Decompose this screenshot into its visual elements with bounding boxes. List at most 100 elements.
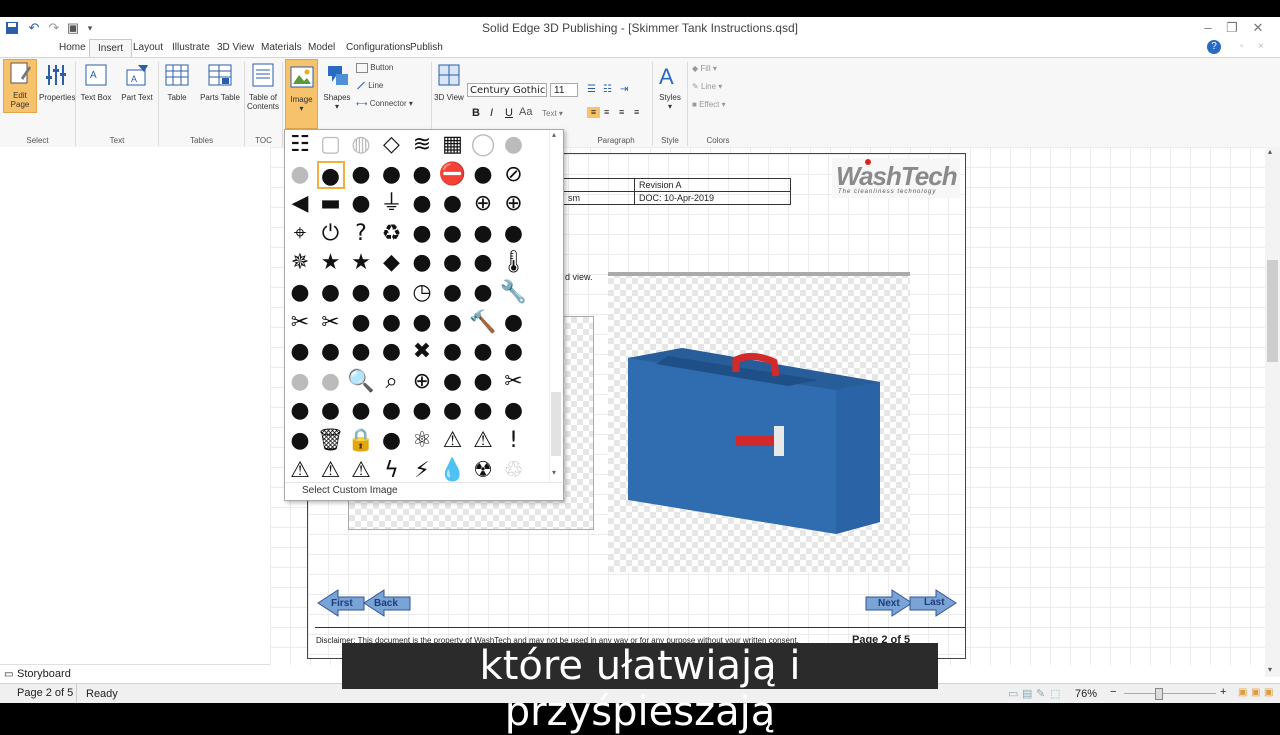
text-case-icon[interactable]: Aa (519, 106, 532, 118)
revision-table[interactable]: Revision A sm DOC: 10-Apr-2019 (563, 178, 791, 205)
zoom-slider[interactable] (1124, 693, 1216, 694)
effect-dropdown[interactable]: ■ Effect ▾ (692, 100, 726, 109)
select-custom-image-button[interactable]: Select Custom Image (285, 482, 562, 500)
warning-icon[interactable]: ⚠ (439, 427, 467, 455)
scroll-down-icon[interactable]: ▾ (1268, 665, 1272, 674)
close-button[interactable]: ✕ (1246, 19, 1270, 37)
view-mode-icon[interactable]: ▭ (1008, 687, 1018, 700)
view-mode-icon[interactable]: ▤ (1022, 687, 1032, 700)
box-open-icon[interactable]: ● (469, 220, 497, 248)
tab-home[interactable]: Home (59, 42, 86, 53)
pliers-icon[interactable]: ● (469, 338, 497, 366)
align-right-icon[interactable]: ≡ (619, 107, 624, 117)
tab-configurations[interactable]: Configurations (346, 42, 410, 53)
numbered-list-icon[interactable]: ☷ (603, 84, 612, 95)
warning-bold-icon[interactable]: ⚠ (347, 457, 375, 485)
drill-alt-icon[interactable]: ● (378, 338, 406, 366)
saw-long-icon[interactable]: ● (439, 397, 467, 425)
warning-light-icon[interactable]: ⚠ (317, 457, 345, 485)
scroll-up-icon[interactable]: ▴ (1268, 147, 1272, 156)
thumbtack-icon[interactable]: ● (439, 220, 467, 248)
tab-illustrate[interactable]: Illustrate (172, 42, 210, 53)
vertical-scrollbar[interactable]: ▴ ▾ (1265, 147, 1280, 677)
hammer-icon[interactable]: 🔨 (469, 309, 497, 337)
mouse-selected-icon[interactable]: ● (316, 160, 345, 189)
tab-insert[interactable]: Insert (89, 39, 133, 57)
gallery-scrollbar[interactable]: ▴ ▾ (549, 130, 563, 482)
tools-circle-icon[interactable]: ● (469, 368, 497, 396)
line-color-dropdown[interactable]: ✎ Line ▾ (692, 82, 722, 91)
gauge-icon[interactable]: ● (317, 338, 345, 366)
lightning-icon[interactable]: ϟ (378, 457, 406, 485)
pipette-icon[interactable]: ● (378, 279, 406, 307)
target-icon[interactable]: ⊕ (500, 190, 528, 218)
screwdriver-long-icon[interactable]: ● (378, 309, 406, 337)
ribbon-minimize-icon[interactable]: ▫ (1240, 41, 1244, 52)
zoom-in-icon[interactable]: + (1220, 686, 1226, 698)
3d-view-button[interactable]: 3D View (434, 62, 464, 102)
people-icon[interactable]: ☷ (286, 131, 314, 159)
connector-tool[interactable]: ⟷ Connector ▾ (356, 99, 413, 108)
parts-table-button[interactable]: Parts Table (200, 62, 240, 102)
tag-icon[interactable]: ◆ (378, 249, 406, 277)
font-name-select[interactable]: Century Gothic (467, 83, 547, 97)
align-center-icon[interactable]: ≡ (604, 107, 609, 117)
actual-size-icon[interactable]: ▣ (1264, 687, 1273, 698)
edit-page-button[interactable]: Edit Page (3, 59, 37, 113)
file-icon[interactable]: ● (378, 397, 406, 425)
fit-page-icon[interactable]: ▣ (1238, 687, 1247, 698)
zoom-slider-handle[interactable] (1155, 688, 1163, 700)
thermometer-alt-icon[interactable]: ● (286, 279, 314, 307)
star-outline-icon[interactable]: ★ (347, 249, 375, 277)
ruler-icon[interactable]: ● (408, 220, 436, 248)
puzzle-icon[interactable]: ▦ (439, 131, 467, 159)
italic-button[interactable]: I (490, 107, 493, 119)
image-gallery-dropdown[interactable]: ☷ ▢ ◍ ◇ ≋ ▦ ◯ ● ● ● ● ● ● ⛔ ● ⊘ ◀ ▬ ● ⏚ ● ● ⊕ ⊕ ⌖ ⏻? ♻ ● ● ● ● ✵ ★ ★ ◆ ● ● ● 🌡… (284, 129, 564, 501)
blueprint-icon[interactable]: ● (317, 368, 345, 396)
gallery-scroll-thumb[interactable] (551, 392, 561, 456)
stopwatch-icon[interactable]: ● (439, 279, 467, 307)
megaphone-icon[interactable]: ◀ (286, 190, 314, 218)
view-mode-icon[interactable]: ⬚ (1050, 687, 1060, 700)
search-tool-icon[interactable]: ● (500, 309, 528, 337)
atom-icon[interactable]: ⚛ (408, 427, 436, 455)
fit-width-icon[interactable]: ▣ (1251, 687, 1260, 698)
fill-dropdown[interactable]: ◆ Fill ▾ (692, 64, 717, 73)
bold-button[interactable]: B (472, 107, 480, 119)
mouse-black-icon[interactable]: ● (347, 161, 375, 189)
thermometer-half-icon[interactable]: ● (317, 279, 345, 307)
ribbon-close-icon[interactable]: × (1258, 41, 1264, 52)
justify-icon[interactable]: ≡ (634, 107, 639, 117)
exclamation-icon[interactable]: ! (500, 427, 528, 455)
model-image[interactable] (608, 272, 910, 572)
crosshair-icon[interactable]: ⊕ (469, 190, 497, 218)
lock-icon[interactable]: 🔒 (347, 427, 375, 455)
screwdriver-icon[interactable]: ● (347, 309, 375, 337)
minimize-button[interactable]: – (1196, 19, 1220, 37)
scrollbar-thumb[interactable] (1267, 260, 1278, 362)
no-smoking-icon[interactable]: ● (469, 161, 497, 189)
scissors-open-icon[interactable]: ✂ (317, 309, 345, 337)
saw-icon[interactable]: ● (408, 397, 436, 425)
hacksaw-icon[interactable]: ● (500, 397, 528, 425)
properties-button[interactable]: Properties (39, 62, 75, 102)
align-left-icon[interactable]: ≡ (587, 107, 600, 118)
font-size-select[interactable]: 11 (550, 83, 578, 97)
styles-button[interactable]: A Styles ▾ (655, 62, 685, 111)
alarm-clock-icon[interactable]: ● (469, 279, 497, 307)
saw-blade-icon[interactable]: ● (439, 338, 467, 366)
recycle-icon[interactable]: ♻ (378, 220, 406, 248)
help-icon[interactable]: ? (1207, 40, 1221, 54)
tweezers-icon[interactable]: ● (439, 368, 467, 396)
prohibited-icon[interactable]: ⊘ (500, 161, 528, 189)
bullet-list-icon[interactable]: ☰ (587, 84, 596, 95)
power-icon[interactable]: ⏻ (317, 220, 345, 248)
tools-crossed-icon[interactable]: ✖ (408, 338, 436, 366)
zoom-out-icon[interactable]: − (1110, 686, 1116, 698)
trash-can-icon[interactable]: 🗑 (317, 427, 345, 455)
button-tool[interactable]: Button (356, 63, 393, 73)
paint-roller-icon[interactable]: ▬ (317, 190, 345, 218)
cube-icon[interactable]: ▢ (317, 131, 345, 159)
tab-layout[interactable]: Layout (133, 42, 163, 53)
restore-button[interactable]: ❐ (1220, 19, 1244, 37)
